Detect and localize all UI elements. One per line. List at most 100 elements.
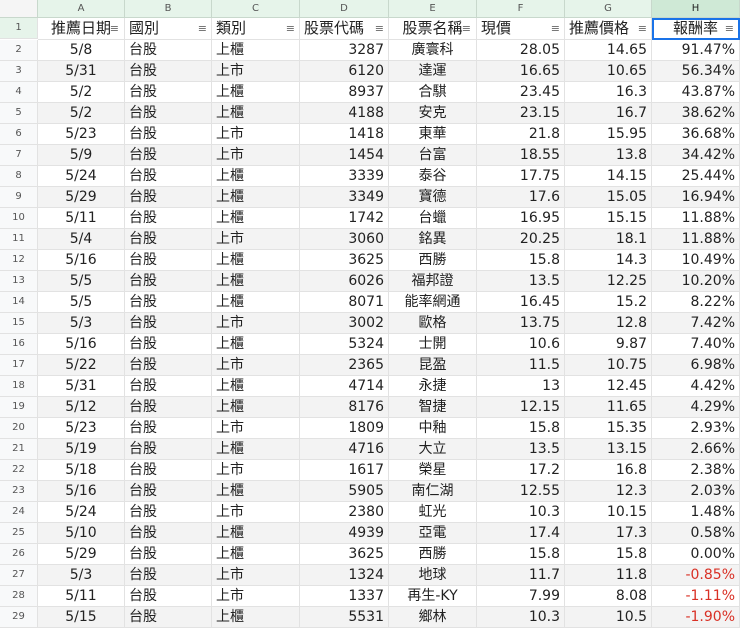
table-cell[interactable]: 8937: [300, 82, 389, 103]
filter-icon[interactable]: ≡: [110, 18, 119, 39]
filter-icon[interactable]: ≡: [286, 18, 295, 39]
table-cell[interactable]: 台股: [125, 145, 212, 166]
row-number[interactable]: 5: [0, 103, 38, 124]
table-cell[interactable]: 台股: [125, 229, 212, 250]
table-cell[interactable]: 泰谷: [389, 166, 477, 187]
table-cell[interactable]: 1742: [300, 208, 389, 229]
table-cell[interactable]: 3287: [300, 40, 389, 61]
table-cell[interactable]: 12.15: [477, 397, 565, 418]
table-cell[interactable]: 台股: [125, 544, 212, 565]
table-cell[interactable]: 5/29: [38, 544, 125, 565]
table-cell[interactable]: 8.08: [565, 586, 652, 607]
table-cell[interactable]: 15.8: [477, 418, 565, 439]
table-cell[interactable]: 13: [477, 376, 565, 397]
table-cell[interactable]: 廣寰科: [389, 40, 477, 61]
table-cell[interactable]: 西勝: [389, 250, 477, 271]
table-cell[interactable]: 2.93%: [652, 418, 740, 439]
table-cell[interactable]: 3060: [300, 229, 389, 250]
table-cell[interactable]: 台股: [125, 292, 212, 313]
table-cell[interactable]: 5/16: [38, 481, 125, 502]
table-cell[interactable]: 15.2: [565, 292, 652, 313]
table-cell[interactable]: 10.49%: [652, 250, 740, 271]
table-cell[interactable]: 2380: [300, 502, 389, 523]
table-cell[interactable]: 台股: [125, 607, 212, 628]
row-number[interactable]: 11: [0, 229, 38, 250]
table-cell[interactable]: 上櫃: [212, 208, 300, 229]
table-cell[interactable]: 91.47%: [652, 40, 740, 61]
table-cell[interactable]: 3002: [300, 313, 389, 334]
table-cell[interactable]: 10.20%: [652, 271, 740, 292]
table-cell[interactable]: 上櫃: [212, 439, 300, 460]
table-cell[interactable]: 12.45: [565, 376, 652, 397]
table-cell[interactable]: 地球: [389, 565, 477, 586]
column-header-C[interactable]: C: [212, 0, 300, 18]
row-number[interactable]: 8: [0, 166, 38, 187]
table-cell[interactable]: 台股: [125, 481, 212, 502]
table-cell[interactable]: 2365: [300, 355, 389, 376]
table-cell[interactable]: 8071: [300, 292, 389, 313]
table-cell[interactable]: 17.2: [477, 460, 565, 481]
table-cell[interactable]: 2.66%: [652, 439, 740, 460]
table-cell[interactable]: 5905: [300, 481, 389, 502]
row-number[interactable]: 10: [0, 208, 38, 229]
table-cell[interactable]: 台股: [125, 61, 212, 82]
table-cell[interactable]: 6120: [300, 61, 389, 82]
table-cell[interactable]: 上櫃: [212, 523, 300, 544]
row-number[interactable]: 28: [0, 586, 38, 607]
table-cell[interactable]: 21.8: [477, 124, 565, 145]
table-cell[interactable]: 台富: [389, 145, 477, 166]
table-cell[interactable]: 12.25: [565, 271, 652, 292]
header-cell-B[interactable]: 國別 ≡: [125, 18, 212, 40]
filter-icon[interactable]: ≡: [725, 18, 734, 39]
table-cell[interactable]: 38.62%: [652, 103, 740, 124]
filter-icon[interactable]: ≡: [462, 18, 471, 39]
table-cell[interactable]: 13.5: [477, 439, 565, 460]
table-cell[interactable]: 1809: [300, 418, 389, 439]
table-cell[interactable]: 15.8: [477, 544, 565, 565]
table-cell[interactable]: 16.45: [477, 292, 565, 313]
table-cell[interactable]: 6026: [300, 271, 389, 292]
row-number[interactable]: 17: [0, 355, 38, 376]
table-cell[interactable]: 榮星: [389, 460, 477, 481]
table-cell[interactable]: 3625: [300, 544, 389, 565]
table-cell[interactable]: -0.85%: [652, 565, 740, 586]
header-cell-E[interactable]: 股票名稱 ≡: [389, 18, 477, 40]
table-cell[interactable]: 虹光: [389, 502, 477, 523]
table-cell[interactable]: 10.65: [565, 61, 652, 82]
table-cell[interactable]: 上櫃: [212, 187, 300, 208]
table-cell[interactable]: 上櫃: [212, 271, 300, 292]
table-cell[interactable]: 15.8: [565, 544, 652, 565]
table-cell[interactable]: 1.48%: [652, 502, 740, 523]
table-cell[interactable]: 17.75: [477, 166, 565, 187]
table-cell[interactable]: 18.55: [477, 145, 565, 166]
table-cell[interactable]: 16.7: [565, 103, 652, 124]
table-cell[interactable]: 台股: [125, 418, 212, 439]
table-cell[interactable]: 5/11: [38, 208, 125, 229]
table-cell[interactable]: 5/23: [38, 124, 125, 145]
table-cell[interactable]: 台股: [125, 313, 212, 334]
table-cell[interactable]: 台股: [125, 187, 212, 208]
row-number[interactable]: 4: [0, 82, 38, 103]
table-cell[interactable]: 上市: [212, 502, 300, 523]
table-cell[interactable]: 上櫃: [212, 250, 300, 271]
table-cell[interactable]: 5/2: [38, 103, 125, 124]
table-cell[interactable]: 0.00%: [652, 544, 740, 565]
table-cell[interactable]: 3339: [300, 166, 389, 187]
table-cell[interactable]: 11.65: [565, 397, 652, 418]
table-cell[interactable]: 上市: [212, 460, 300, 481]
table-cell[interactable]: 台股: [125, 565, 212, 586]
table-cell[interactable]: 8.22%: [652, 292, 740, 313]
table-cell[interactable]: 28.05: [477, 40, 565, 61]
table-cell[interactable]: 15.15: [565, 208, 652, 229]
table-cell[interactable]: 5/29: [38, 187, 125, 208]
header-cell-C[interactable]: 類別 ≡: [212, 18, 300, 40]
table-cell[interactable]: 43.87%: [652, 82, 740, 103]
table-cell[interactable]: 上櫃: [212, 376, 300, 397]
table-cell[interactable]: 15.95: [565, 124, 652, 145]
table-cell[interactable]: 7.99: [477, 586, 565, 607]
table-cell[interactable]: 5/31: [38, 376, 125, 397]
table-cell[interactable]: 17.3: [565, 523, 652, 544]
table-cell[interactable]: 5/11: [38, 586, 125, 607]
row-number[interactable]: 18: [0, 376, 38, 397]
table-cell[interactable]: 安克: [389, 103, 477, 124]
